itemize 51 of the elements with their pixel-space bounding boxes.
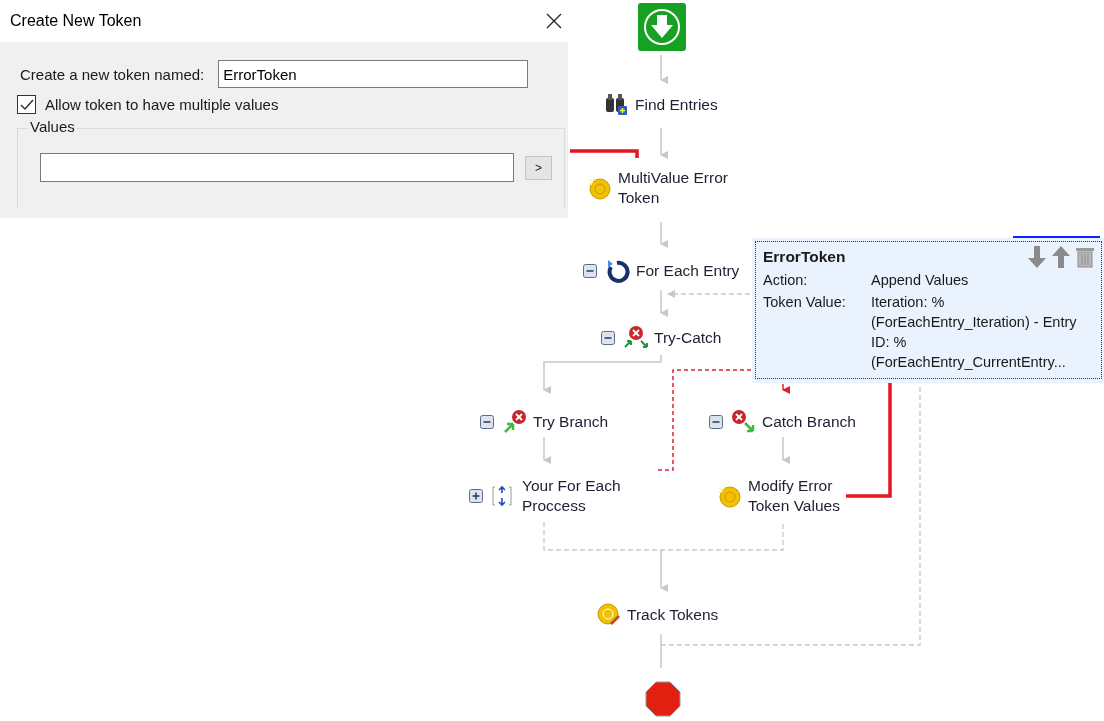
token-name-field[interactable]: ErrorToken	[218, 60, 529, 88]
start-node	[638, 3, 686, 51]
collapse-icon[interactable]	[583, 263, 597, 278]
coin-icon	[587, 175, 612, 201]
collapse-icon[interactable]	[480, 414, 494, 429]
field-value: Append Values	[871, 271, 970, 290]
add-value-button[interactable]: >	[525, 155, 552, 180]
binoculars-icon	[604, 92, 629, 117]
error-branch-icon	[623, 325, 648, 350]
name-label: Create a new token named:	[20, 65, 205, 83]
checkmark-icon	[19, 98, 34, 111]
dialog-title: Create New Token	[10, 12, 142, 30]
connector-arrow	[782, 436, 790, 464]
connector-arrow	[660, 549, 668, 592]
multiple-values-checkbox[interactable]	[17, 95, 36, 114]
loop-icon	[605, 258, 630, 283]
activity-label[interactable]: Track Tokens	[627, 604, 719, 625]
expand-icon[interactable]	[469, 489, 483, 503]
activity-label[interactable]: Try-Catch	[654, 327, 722, 348]
error-arrow	[782, 383, 790, 394]
connector-arrow	[660, 127, 668, 159]
collapse-icon[interactable]	[601, 330, 615, 345]
activity-label[interactable]: Catch Branch	[762, 411, 856, 432]
move-down-icon[interactable]	[1027, 246, 1047, 268]
connector-line	[660, 633, 662, 669]
activity-label[interactable]: Try Branch	[533, 411, 609, 432]
connector-arrow	[660, 221, 668, 248]
field-label: Token Value:	[763, 293, 847, 312]
connector-arrow	[660, 54, 668, 84]
end-node	[645, 681, 681, 717]
field-value: Iteration: %(ForEachEntry_Iteration) - Entry ID: %(ForEachEntry_CurrentEntry...	[871, 293, 1078, 372]
close-icon[interactable]	[546, 13, 562, 29]
connector-arrow	[660, 289, 668, 317]
activity-label[interactable]: Modify Error Token Values	[748, 476, 858, 516]
coin-icon	[717, 483, 742, 509]
connector-arrow	[543, 436, 551, 464]
error-arrow-icon	[502, 409, 527, 434]
error-arrow-icon	[731, 409, 756, 434]
activity-label[interactable]: MultiValue Error Token	[618, 168, 748, 208]
collapse-icon[interactable]	[709, 414, 723, 429]
annotation-line	[570, 149, 639, 158]
field-label: Action:	[763, 271, 809, 290]
move-up-icon[interactable]	[1051, 246, 1071, 268]
card-title: ErrorToken	[763, 248, 846, 266]
activity-label[interactable]: For Each Entry	[636, 260, 740, 281]
values-group-label: Values	[28, 118, 77, 135]
value-field[interactable]	[40, 153, 514, 182]
activity-label[interactable]: Your For Each Proccess	[522, 476, 642, 516]
activity-label[interactable]: Find Entries	[635, 94, 718, 115]
coin-pencil-icon	[596, 602, 621, 627]
checkbox-label: Allow token to have multiple values	[45, 96, 279, 113]
